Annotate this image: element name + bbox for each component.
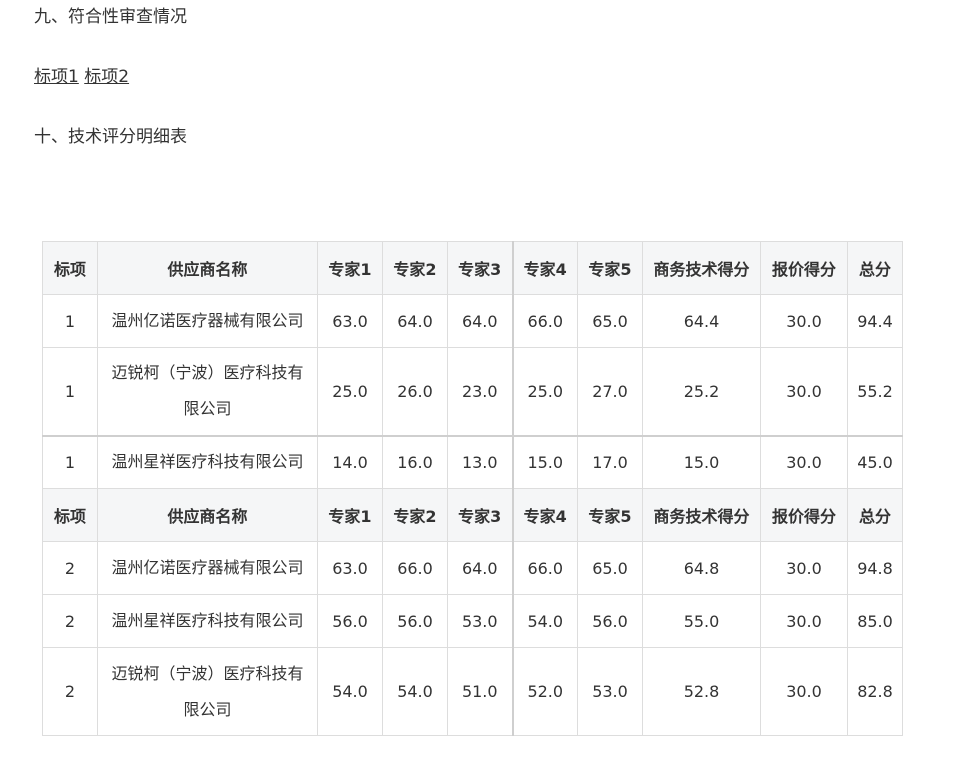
header-cell: 报价得分 bbox=[760, 488, 848, 542]
score-cell: 25.0 bbox=[511, 347, 578, 436]
score-cell: 52.0 bbox=[511, 647, 578, 736]
table-row: 1 温州亿诺医疗器械有限公司 63.0 64.0 64.0 66.0 65.0 … bbox=[42, 294, 903, 348]
header-cell: 总分 bbox=[847, 241, 903, 295]
header-cell: 供应商名称 bbox=[97, 241, 318, 295]
supplier-cell: 温州星祥医疗科技有限公司 bbox=[97, 434, 318, 489]
table-header-row: 标项 供应商名称 专家1 专家2 专家3 专家4 专家5 商务技术得分 报价得分… bbox=[42, 241, 903, 295]
score-cell: 45.0 bbox=[847, 434, 903, 489]
supplier-cell: 温州亿诺医疗器械有限公司 bbox=[97, 541, 318, 595]
score-cell: 30.0 bbox=[760, 434, 848, 489]
header-cell: 专家1 bbox=[317, 241, 383, 295]
score-cell: 64.0 bbox=[382, 294, 448, 348]
lot-cell: 1 bbox=[42, 294, 98, 348]
score-cell: 94.4 bbox=[847, 294, 903, 348]
header-cell: 专家4 bbox=[511, 488, 578, 542]
score-cell: 63.0 bbox=[317, 541, 383, 595]
score-cell: 53.0 bbox=[447, 594, 513, 648]
header-cell: 商务技术得分 bbox=[642, 488, 761, 542]
score-cell: 66.0 bbox=[382, 541, 448, 595]
score-cell: 30.0 bbox=[760, 647, 848, 736]
score-cell: 14.0 bbox=[317, 434, 383, 489]
header-cell: 专家5 bbox=[577, 488, 643, 542]
section-ten-title: 十、技术评分明细表 bbox=[34, 127, 187, 147]
score-cell: 64.4 bbox=[642, 294, 761, 348]
table-row: 2 温州亿诺医疗器械有限公司 63.0 66.0 64.0 66.0 65.0 … bbox=[42, 541, 903, 595]
lot-link-1[interactable]: 标项1 bbox=[34, 67, 79, 87]
score-cell: 25.2 bbox=[642, 347, 761, 436]
lot-cell: 2 bbox=[42, 594, 98, 648]
table-row: 1 迈锐柯（宁波）医疗科技有限公司 25.0 26.0 23.0 25.0 27… bbox=[42, 347, 903, 436]
score-cell: 55.2 bbox=[847, 347, 903, 436]
score-cell: 13.0 bbox=[447, 434, 513, 489]
header-cell: 专家1 bbox=[317, 488, 383, 542]
header-cell: 专家5 bbox=[577, 241, 643, 295]
score-cell: 64.0 bbox=[447, 541, 513, 595]
header-cell: 标项 bbox=[42, 241, 98, 295]
score-cell: 64.0 bbox=[447, 294, 513, 348]
score-cell: 65.0 bbox=[577, 294, 643, 348]
table-row: 1 温州星祥医疗科技有限公司 14.0 16.0 13.0 15.0 17.0 … bbox=[42, 434, 903, 489]
score-cell: 23.0 bbox=[447, 347, 513, 436]
score-cell: 51.0 bbox=[447, 647, 513, 736]
score-cell: 85.0 bbox=[847, 594, 903, 648]
score-cell: 55.0 bbox=[642, 594, 761, 648]
technical-score-table: 标项 供应商名称 专家1 专家2 专家3 专家4 专家5 商务技术得分 报价得分… bbox=[42, 241, 903, 736]
header-cell: 专家4 bbox=[511, 241, 578, 295]
supplier-cell: 温州星祥医疗科技有限公司 bbox=[97, 594, 318, 648]
header-cell: 专家2 bbox=[382, 241, 448, 295]
supplier-cell: 温州亿诺医疗器械有限公司 bbox=[97, 294, 318, 348]
score-cell: 25.0 bbox=[317, 347, 383, 436]
header-cell: 专家3 bbox=[447, 488, 513, 542]
table-row: 2 迈锐柯（宁波）医疗科技有限公司 54.0 54.0 51.0 52.0 53… bbox=[42, 647, 903, 736]
score-cell: 30.0 bbox=[760, 594, 848, 648]
score-cell: 82.8 bbox=[847, 647, 903, 736]
score-cell: 56.0 bbox=[382, 594, 448, 648]
lot-cell: 2 bbox=[42, 541, 98, 595]
score-cell: 52.8 bbox=[642, 647, 761, 736]
header-cell: 报价得分 bbox=[760, 241, 848, 295]
supplier-cell: 迈锐柯（宁波）医疗科技有限公司 bbox=[97, 347, 318, 436]
lot-cell: 1 bbox=[42, 347, 98, 436]
lot-cell: 1 bbox=[42, 434, 98, 489]
score-cell: 15.0 bbox=[511, 434, 578, 489]
header-cell: 总分 bbox=[847, 488, 903, 542]
score-cell: 63.0 bbox=[317, 294, 383, 348]
header-cell: 标项 bbox=[42, 488, 98, 542]
header-cell: 专家3 bbox=[447, 241, 513, 295]
score-cell: 65.0 bbox=[577, 541, 643, 595]
table-row: 2 温州星祥医疗科技有限公司 56.0 56.0 53.0 54.0 56.0 … bbox=[42, 594, 903, 648]
header-cell: 供应商名称 bbox=[97, 488, 318, 542]
lot-links: 标项1 标项2 bbox=[34, 65, 129, 89]
score-cell: 26.0 bbox=[382, 347, 448, 436]
score-cell: 54.0 bbox=[382, 647, 448, 736]
score-cell: 15.0 bbox=[642, 434, 761, 489]
score-cell: 56.0 bbox=[577, 594, 643, 648]
section-nine-title: 九、符合性审查情况 bbox=[34, 7, 187, 27]
lot-link-2[interactable]: 标项2 bbox=[84, 67, 129, 87]
score-cell: 30.0 bbox=[760, 294, 848, 348]
supplier-cell: 迈锐柯（宁波）医疗科技有限公司 bbox=[97, 647, 318, 736]
score-cell: 30.0 bbox=[760, 541, 848, 595]
lot-cell: 2 bbox=[42, 647, 98, 736]
score-cell: 66.0 bbox=[511, 294, 578, 348]
header-cell: 商务技术得分 bbox=[642, 241, 761, 295]
score-cell: 54.0 bbox=[317, 647, 383, 736]
header-cell: 专家2 bbox=[382, 488, 448, 542]
score-cell: 53.0 bbox=[577, 647, 643, 736]
score-cell: 27.0 bbox=[577, 347, 643, 436]
score-cell: 17.0 bbox=[577, 434, 643, 489]
score-cell: 64.8 bbox=[642, 541, 761, 595]
score-cell: 54.0 bbox=[511, 594, 578, 648]
score-cell: 30.0 bbox=[760, 347, 848, 436]
table-header-row: 标项 供应商名称 专家1 专家2 专家3 专家4 专家5 商务技术得分 报价得分… bbox=[42, 488, 903, 542]
score-cell: 16.0 bbox=[382, 434, 448, 489]
score-cell: 94.8 bbox=[847, 541, 903, 595]
score-cell: 66.0 bbox=[511, 541, 578, 595]
score-cell: 56.0 bbox=[317, 594, 383, 648]
